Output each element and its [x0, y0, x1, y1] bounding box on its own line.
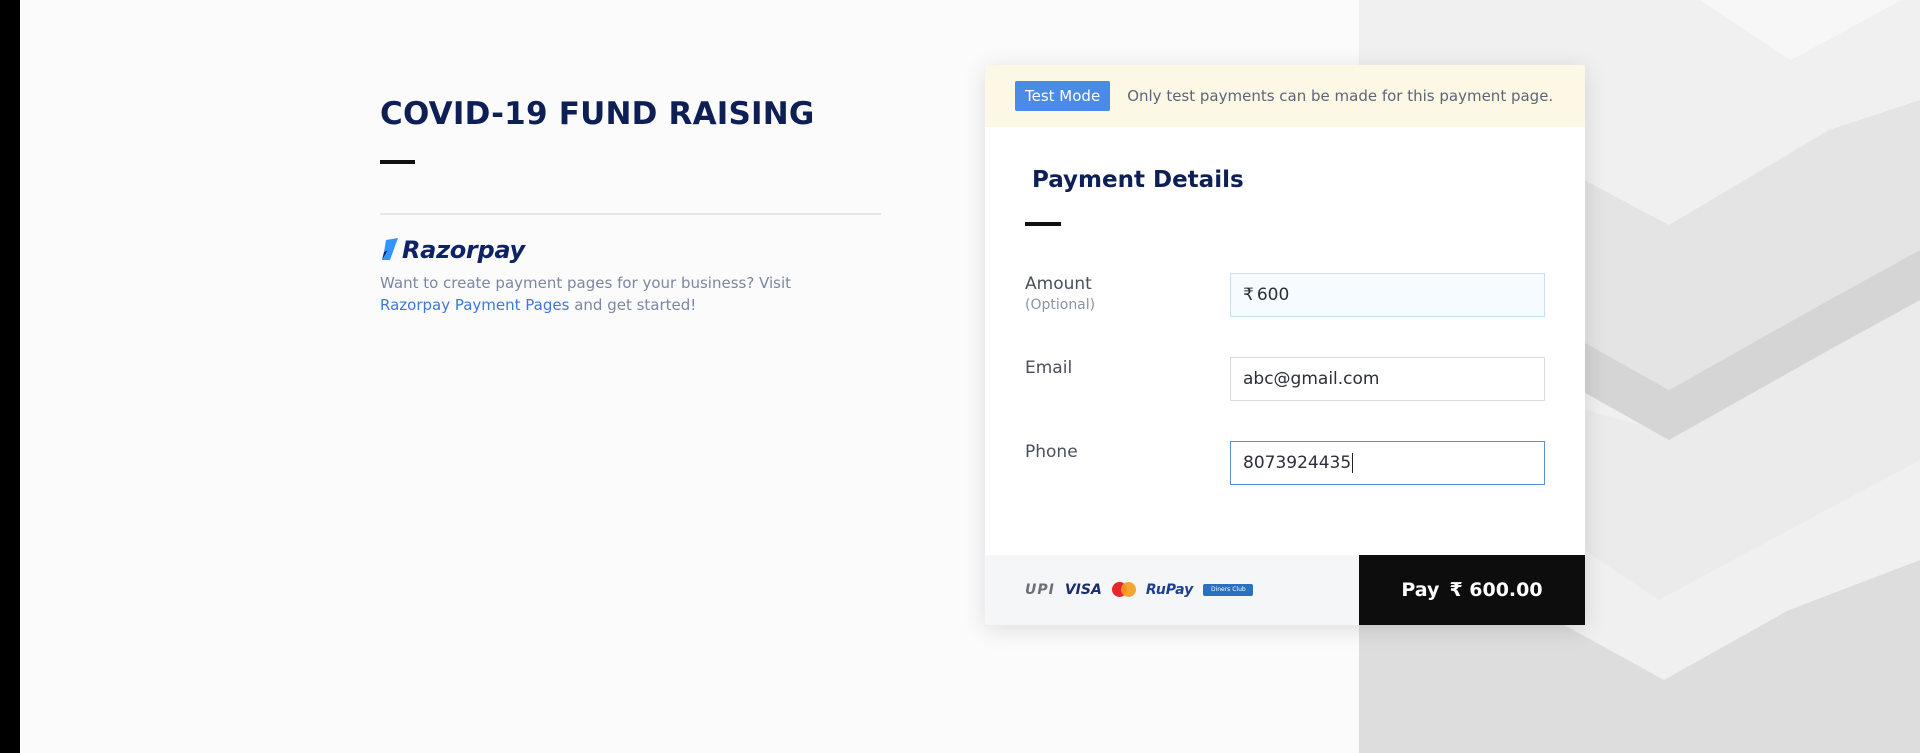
amount-value: 600 [1256, 285, 1290, 305]
phone-input[interactable]: 8073924435 [1230, 441, 1545, 485]
promo-text: Want to create payment pages for your bu… [380, 272, 800, 316]
rupay-icon: RuPay [1145, 582, 1194, 598]
pay-button-label: Pay [1401, 579, 1440, 601]
payment-card: Test Mode Only test payments can be made… [985, 65, 1585, 625]
visa-icon: VISA [1064, 582, 1102, 598]
title-underline [380, 160, 415, 164]
amount-label: Amount [1025, 274, 1092, 294]
razorpay-payment-pages-link[interactable]: Razorpay Payment Pages [380, 296, 569, 314]
test-mode-note: Only test payments can be made for this … [1127, 87, 1554, 105]
diners-club-icon: Diners Club [1203, 584, 1254, 596]
razorpay-logo[interactable]: Razorpay [380, 236, 525, 264]
section-divider [380, 213, 881, 215]
razorpay-logo-text: Razorpay [402, 236, 525, 264]
upi-icon: UPI [1025, 582, 1055, 598]
test-mode-banner: Test Mode Only test payments can be made… [985, 65, 1585, 127]
card-footer: UPI VISA RuPay Diners Club Pay ₹ 600.00 [985, 555, 1585, 625]
left-edge-bar [0, 0, 20, 753]
payment-details-underline [1025, 222, 1061, 226]
phone-label: Phone [1025, 442, 1078, 462]
pay-button-amount: ₹ 600.00 [1449, 579, 1543, 601]
test-mode-badge: Test Mode [1015, 81, 1111, 111]
email-value: abc@gmail.com [1243, 369, 1380, 389]
page-title: COVID-19 FUND RAISING [380, 96, 815, 132]
promo-text-lead: Want to create payment pages for your bu… [380, 274, 792, 292]
email-label: Email [1025, 358, 1073, 378]
phone-value: 8073924435 [1243, 453, 1352, 473]
mastercard-icon [1111, 582, 1136, 598]
amount-optional-label: (Optional) [1025, 297, 1096, 313]
email-input[interactable]: abc@gmail.com [1230, 357, 1545, 401]
payment-details-title: Payment Details [1032, 167, 1244, 193]
razorpay-icon [382, 238, 398, 260]
rupee-icon: ₹ [1243, 285, 1254, 305]
pay-button[interactable]: Pay ₹ 600.00 [1359, 555, 1585, 625]
payment-methods: UPI VISA RuPay Diners Club [1025, 555, 1254, 625]
amount-input[interactable]: ₹ 600 [1230, 273, 1545, 317]
promo-text-suffix: and get started! [574, 296, 697, 314]
text-cursor [1352, 453, 1354, 473]
